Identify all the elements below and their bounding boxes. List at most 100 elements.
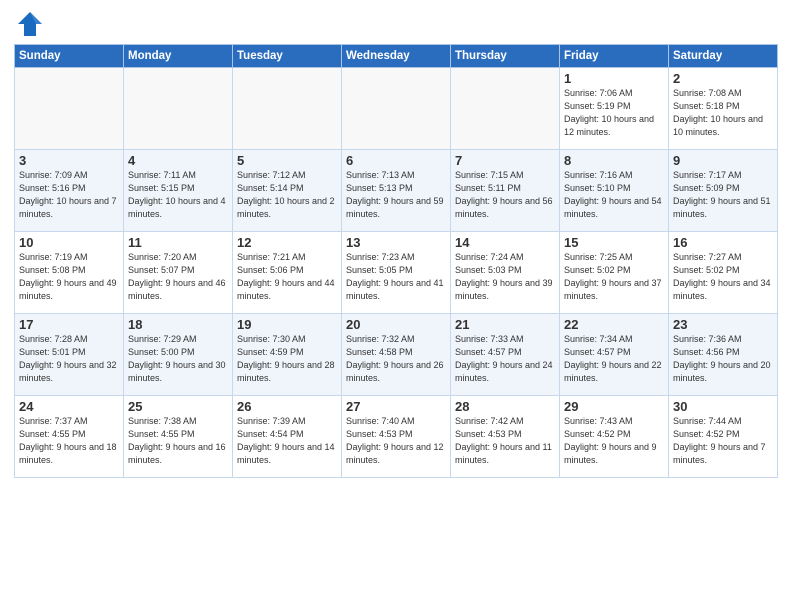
day-number: 18: [128, 317, 228, 332]
calendar-cell: 19Sunrise: 7:30 AM Sunset: 4:59 PM Dayli…: [233, 314, 342, 396]
weekday-header: Saturday: [669, 45, 778, 68]
day-info: Sunrise: 7:06 AM Sunset: 5:19 PM Dayligh…: [564, 87, 664, 139]
calendar-cell: 22Sunrise: 7:34 AM Sunset: 4:57 PM Dayli…: [560, 314, 669, 396]
day-info: Sunrise: 7:19 AM Sunset: 5:08 PM Dayligh…: [19, 251, 119, 303]
day-number: 27: [346, 399, 446, 414]
day-info: Sunrise: 7:43 AM Sunset: 4:52 PM Dayligh…: [564, 415, 664, 467]
weekday-header: Wednesday: [342, 45, 451, 68]
day-number: 16: [673, 235, 773, 250]
day-info: Sunrise: 7:16 AM Sunset: 5:10 PM Dayligh…: [564, 169, 664, 221]
day-info: Sunrise: 7:09 AM Sunset: 5:16 PM Dayligh…: [19, 169, 119, 221]
day-info: Sunrise: 7:29 AM Sunset: 5:00 PM Dayligh…: [128, 333, 228, 385]
calendar-cell: 26Sunrise: 7:39 AM Sunset: 4:54 PM Dayli…: [233, 396, 342, 478]
day-info: Sunrise: 7:32 AM Sunset: 4:58 PM Dayligh…: [346, 333, 446, 385]
logo: [14, 10, 50, 38]
day-info: Sunrise: 7:21 AM Sunset: 5:06 PM Dayligh…: [237, 251, 337, 303]
calendar-cell: 28Sunrise: 7:42 AM Sunset: 4:53 PM Dayli…: [451, 396, 560, 478]
calendar-cell: 3Sunrise: 7:09 AM Sunset: 5:16 PM Daylig…: [15, 150, 124, 232]
calendar-cell: 20Sunrise: 7:32 AM Sunset: 4:58 PM Dayli…: [342, 314, 451, 396]
day-number: 26: [237, 399, 337, 414]
calendar-week-row: 24Sunrise: 7:37 AM Sunset: 4:55 PM Dayli…: [15, 396, 778, 478]
calendar-cell: 6Sunrise: 7:13 AM Sunset: 5:13 PM Daylig…: [342, 150, 451, 232]
day-number: 23: [673, 317, 773, 332]
day-number: 2: [673, 71, 773, 86]
day-number: 10: [19, 235, 119, 250]
day-info: Sunrise: 7:25 AM Sunset: 5:02 PM Dayligh…: [564, 251, 664, 303]
weekday-header: Monday: [124, 45, 233, 68]
day-number: 8: [564, 153, 664, 168]
calendar-cell: 12Sunrise: 7:21 AM Sunset: 5:06 PM Dayli…: [233, 232, 342, 314]
day-info: Sunrise: 7:42 AM Sunset: 4:53 PM Dayligh…: [455, 415, 555, 467]
day-number: 12: [237, 235, 337, 250]
calendar-cell: 10Sunrise: 7:19 AM Sunset: 5:08 PM Dayli…: [15, 232, 124, 314]
page-container: SundayMondayTuesdayWednesdayThursdayFrid…: [0, 0, 792, 488]
day-info: Sunrise: 7:24 AM Sunset: 5:03 PM Dayligh…: [455, 251, 555, 303]
calendar-week-row: 17Sunrise: 7:28 AM Sunset: 5:01 PM Dayli…: [15, 314, 778, 396]
calendar-cell: 27Sunrise: 7:40 AM Sunset: 4:53 PM Dayli…: [342, 396, 451, 478]
calendar-cell: 18Sunrise: 7:29 AM Sunset: 5:00 PM Dayli…: [124, 314, 233, 396]
day-number: 6: [346, 153, 446, 168]
logo-icon: [14, 10, 46, 38]
calendar-cell: 29Sunrise: 7:43 AM Sunset: 4:52 PM Dayli…: [560, 396, 669, 478]
calendar-cell: 17Sunrise: 7:28 AM Sunset: 5:01 PM Dayli…: [15, 314, 124, 396]
calendar-cell: 11Sunrise: 7:20 AM Sunset: 5:07 PM Dayli…: [124, 232, 233, 314]
day-info: Sunrise: 7:20 AM Sunset: 5:07 PM Dayligh…: [128, 251, 228, 303]
day-info: Sunrise: 7:38 AM Sunset: 4:55 PM Dayligh…: [128, 415, 228, 467]
calendar-cell: 4Sunrise: 7:11 AM Sunset: 5:15 PM Daylig…: [124, 150, 233, 232]
day-info: Sunrise: 7:34 AM Sunset: 4:57 PM Dayligh…: [564, 333, 664, 385]
calendar-cell: 30Sunrise: 7:44 AM Sunset: 4:52 PM Dayli…: [669, 396, 778, 478]
calendar-week-row: 1Sunrise: 7:06 AM Sunset: 5:19 PM Daylig…: [15, 68, 778, 150]
calendar-cell: 13Sunrise: 7:23 AM Sunset: 5:05 PM Dayli…: [342, 232, 451, 314]
calendar-cell: 21Sunrise: 7:33 AM Sunset: 4:57 PM Dayli…: [451, 314, 560, 396]
day-number: 9: [673, 153, 773, 168]
calendar-cell: [342, 68, 451, 150]
calendar-cell: 24Sunrise: 7:37 AM Sunset: 4:55 PM Dayli…: [15, 396, 124, 478]
calendar-week-row: 3Sunrise: 7:09 AM Sunset: 5:16 PM Daylig…: [15, 150, 778, 232]
calendar-cell: [15, 68, 124, 150]
calendar-cell: 16Sunrise: 7:27 AM Sunset: 5:02 PM Dayli…: [669, 232, 778, 314]
calendar-cell: 7Sunrise: 7:15 AM Sunset: 5:11 PM Daylig…: [451, 150, 560, 232]
day-info: Sunrise: 7:15 AM Sunset: 5:11 PM Dayligh…: [455, 169, 555, 221]
day-number: 20: [346, 317, 446, 332]
calendar: SundayMondayTuesdayWednesdayThursdayFrid…: [14, 44, 778, 478]
day-info: Sunrise: 7:27 AM Sunset: 5:02 PM Dayligh…: [673, 251, 773, 303]
day-info: Sunrise: 7:40 AM Sunset: 4:53 PM Dayligh…: [346, 415, 446, 467]
day-info: Sunrise: 7:30 AM Sunset: 4:59 PM Dayligh…: [237, 333, 337, 385]
header: [14, 10, 778, 38]
calendar-cell: [451, 68, 560, 150]
calendar-cell: 9Sunrise: 7:17 AM Sunset: 5:09 PM Daylig…: [669, 150, 778, 232]
day-info: Sunrise: 7:13 AM Sunset: 5:13 PM Dayligh…: [346, 169, 446, 221]
calendar-cell: [233, 68, 342, 150]
day-number: 24: [19, 399, 119, 414]
calendar-cell: 23Sunrise: 7:36 AM Sunset: 4:56 PM Dayli…: [669, 314, 778, 396]
weekday-header: Friday: [560, 45, 669, 68]
day-number: 19: [237, 317, 337, 332]
calendar-cell: 1Sunrise: 7:06 AM Sunset: 5:19 PM Daylig…: [560, 68, 669, 150]
day-number: 15: [564, 235, 664, 250]
day-info: Sunrise: 7:17 AM Sunset: 5:09 PM Dayligh…: [673, 169, 773, 221]
day-info: Sunrise: 7:23 AM Sunset: 5:05 PM Dayligh…: [346, 251, 446, 303]
day-number: 13: [346, 235, 446, 250]
calendar-week-row: 10Sunrise: 7:19 AM Sunset: 5:08 PM Dayli…: [15, 232, 778, 314]
weekday-header: Sunday: [15, 45, 124, 68]
calendar-cell: 25Sunrise: 7:38 AM Sunset: 4:55 PM Dayli…: [124, 396, 233, 478]
day-number: 25: [128, 399, 228, 414]
calendar-cell: 2Sunrise: 7:08 AM Sunset: 5:18 PM Daylig…: [669, 68, 778, 150]
day-info: Sunrise: 7:33 AM Sunset: 4:57 PM Dayligh…: [455, 333, 555, 385]
day-number: 21: [455, 317, 555, 332]
day-number: 22: [564, 317, 664, 332]
day-number: 30: [673, 399, 773, 414]
weekday-header-row: SundayMondayTuesdayWednesdayThursdayFrid…: [15, 45, 778, 68]
calendar-cell: 15Sunrise: 7:25 AM Sunset: 5:02 PM Dayli…: [560, 232, 669, 314]
day-number: 5: [237, 153, 337, 168]
day-info: Sunrise: 7:36 AM Sunset: 4:56 PM Dayligh…: [673, 333, 773, 385]
day-info: Sunrise: 7:39 AM Sunset: 4:54 PM Dayligh…: [237, 415, 337, 467]
calendar-cell: 5Sunrise: 7:12 AM Sunset: 5:14 PM Daylig…: [233, 150, 342, 232]
day-number: 29: [564, 399, 664, 414]
day-number: 17: [19, 317, 119, 332]
day-info: Sunrise: 7:28 AM Sunset: 5:01 PM Dayligh…: [19, 333, 119, 385]
weekday-header: Thursday: [451, 45, 560, 68]
calendar-cell: 14Sunrise: 7:24 AM Sunset: 5:03 PM Dayli…: [451, 232, 560, 314]
day-info: Sunrise: 7:08 AM Sunset: 5:18 PM Dayligh…: [673, 87, 773, 139]
day-number: 7: [455, 153, 555, 168]
